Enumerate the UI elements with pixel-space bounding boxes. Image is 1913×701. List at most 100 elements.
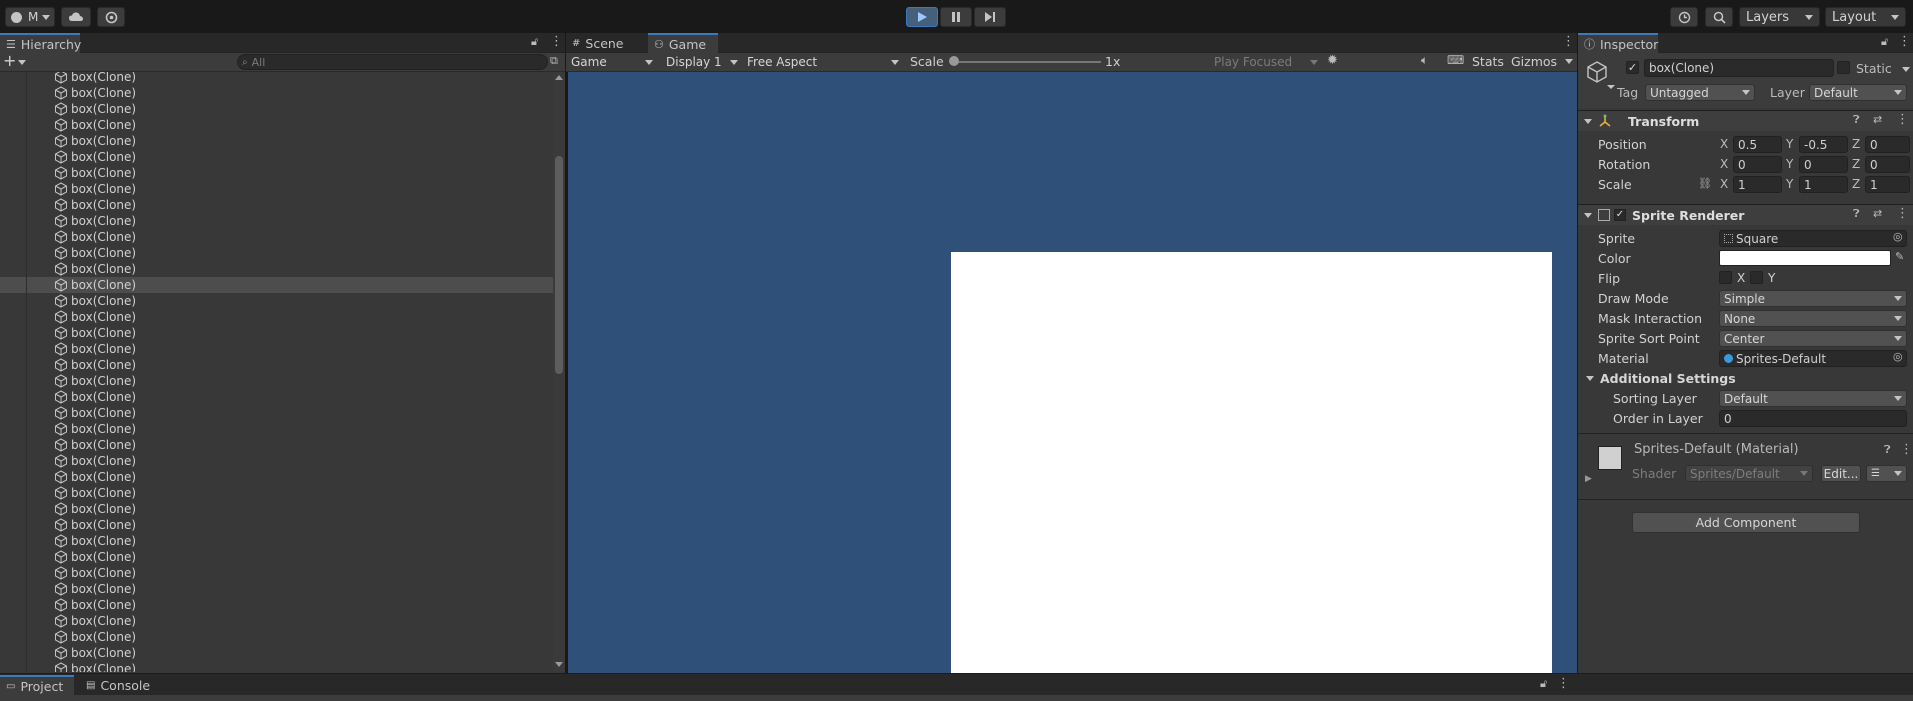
pause-button[interactable] xyxy=(940,7,972,27)
hierarchy-item[interactable]: box(Clone) xyxy=(0,165,553,181)
sprite-sort-point-dropdown[interactable]: Center xyxy=(1719,330,1907,347)
position-z-field[interactable]: 0 xyxy=(1865,136,1910,153)
position-x-field[interactable]: 0.5 xyxy=(1733,136,1782,153)
hierarchy-item[interactable]: box(Clone) xyxy=(0,485,553,501)
additional-settings-foldout[interactable]: Additional Settings xyxy=(1586,371,1736,386)
hierarchy-item[interactable]: box(Clone) xyxy=(0,437,553,453)
account-button[interactable]: M xyxy=(5,7,55,27)
tab-game[interactable]: ⚇ Game xyxy=(648,33,718,53)
static-checkbox[interactable] xyxy=(1837,61,1850,74)
lock-icon[interactable]: 🔓︎ xyxy=(1881,35,1888,49)
help-icon[interactable]: ❓︎ xyxy=(1853,113,1860,127)
keyboard-icon[interactable]: ⌨ xyxy=(1447,53,1464,67)
object-picker-icon[interactable]: ◎ xyxy=(1893,230,1903,243)
hierarchy-item[interactable]: box(Clone) xyxy=(0,197,553,213)
hierarchy-item[interactable]: box(Clone) xyxy=(0,661,553,672)
step-button[interactable] xyxy=(974,7,1006,27)
kebab-menu-icon[interactable]: ⋮ xyxy=(550,34,563,49)
hierarchy-item[interactable]: box(Clone) xyxy=(0,597,553,613)
hierarchy-item[interactable]: box(Clone) xyxy=(0,149,553,165)
gizmos-button[interactable]: Gizmos xyxy=(1511,52,1574,70)
object-picker-icon[interactable]: ◎ xyxy=(1893,350,1903,363)
hierarchy-item[interactable]: box(Clone) xyxy=(0,261,553,277)
hierarchy-item[interactable]: box(Clone) xyxy=(0,213,553,229)
link-icon[interactable]: ⛓ xyxy=(1698,177,1712,190)
hierarchy-search-input[interactable]: ⌕ All xyxy=(237,54,548,70)
active-checkbox[interactable]: ✓ xyxy=(1626,61,1639,74)
sprite-renderer-header[interactable]: ✓ Sprite Renderer xyxy=(1578,204,1913,225)
hierarchy-item[interactable]: box(Clone) xyxy=(0,629,553,645)
play-focused-dropdown[interactable]: Play Focused xyxy=(1210,53,1322,71)
flip-y-checkbox[interactable] xyxy=(1750,271,1763,284)
tab-hierarchy[interactable]: ☰ Hierarchy xyxy=(0,33,81,53)
shader-edit-button[interactable]: Edit... xyxy=(1821,465,1861,482)
hierarchy-item[interactable]: box(Clone) xyxy=(0,309,553,325)
add-component-button[interactable]: Add Component xyxy=(1632,512,1860,533)
tab-scene[interactable]: # Scene xyxy=(566,33,634,53)
rotation-y-field[interactable]: 0 xyxy=(1799,156,1848,173)
aspect-dropdown[interactable]: Free Aspect xyxy=(743,53,903,71)
scroll-down-icon[interactable] xyxy=(555,662,563,667)
hierarchy-item[interactable]: box(Clone) xyxy=(0,533,553,549)
transform-header[interactable]: Transform xyxy=(1578,110,1913,131)
layers-dropdown[interactable]: Layers xyxy=(1739,7,1820,27)
kebab-menu-icon[interactable]: ⋮ xyxy=(1900,442,1913,457)
lock-icon[interactable]: 🔓︎ xyxy=(531,35,538,49)
hierarchy-item[interactable]: box(Clone) xyxy=(0,229,553,245)
hierarchy-item[interactable]: box(Clone) xyxy=(0,117,553,133)
hierarchy-item[interactable]: box(Clone) xyxy=(0,341,553,357)
color-swatch[interactable] xyxy=(1719,250,1891,266)
scale-x-field[interactable]: 1 xyxy=(1733,176,1782,193)
tab-inspector[interactable]: ⓘ Inspector xyxy=(1578,33,1658,53)
hierarchy-item[interactable]: box(Clone) xyxy=(0,85,553,101)
scrollbar-thumb[interactable] xyxy=(555,156,563,374)
tag-dropdown[interactable]: Untagged xyxy=(1645,84,1755,101)
hierarchy-item[interactable]: box(Clone) xyxy=(0,181,553,197)
chevron-down-icon[interactable] xyxy=(1902,67,1910,72)
sorting-layer-dropdown[interactable]: Default xyxy=(1719,390,1907,407)
hierarchy-item[interactable]: box(Clone) xyxy=(0,501,553,517)
order-in-layer-field[interactable]: 0 xyxy=(1719,410,1907,427)
tab-console[interactable]: ▤ Console xyxy=(80,675,160,695)
scale-z-field[interactable]: 1 xyxy=(1865,176,1910,193)
chevron-right-icon[interactable]: ▶ xyxy=(1585,474,1592,484)
scale-slider[interactable] xyxy=(953,61,1101,63)
layout-dropdown[interactable]: Layout xyxy=(1825,7,1906,27)
filter-icon[interactable]: ⧉ xyxy=(550,54,558,68)
game-viewport[interactable] xyxy=(568,72,1577,673)
draw-mode-dropdown[interactable]: Simple xyxy=(1719,290,1907,307)
hierarchy-item[interactable]: box(Clone) xyxy=(0,389,553,405)
eyedropper-icon[interactable]: ✎ xyxy=(1895,250,1904,263)
kebab-menu-icon[interactable]: ⋮ xyxy=(1896,206,1909,221)
scale-y-field[interactable]: 1 xyxy=(1799,176,1848,193)
hierarchy-item[interactable]: box(Clone) xyxy=(0,469,553,485)
kebab-menu-icon[interactable]: ⋮ xyxy=(1896,112,1909,127)
kebab-menu-icon[interactable]: ⋮ xyxy=(1562,34,1575,49)
shader-dropdown[interactable]: Sprites/Default xyxy=(1685,465,1813,482)
hierarchy-item[interactable]: box(Clone) xyxy=(0,581,553,597)
hierarchy-item[interactable]: box(Clone) xyxy=(0,453,553,469)
hierarchy-item[interactable]: box(Clone) xyxy=(0,373,553,389)
display-dropdown[interactable]: Display 1 xyxy=(662,53,742,71)
play-button[interactable] xyxy=(906,7,938,27)
hierarchy-item[interactable]: box(Clone) xyxy=(0,245,553,261)
bug-icon[interactable]: ✹ xyxy=(1327,53,1338,68)
hierarchy-item[interactable]: box(Clone) xyxy=(0,549,553,565)
position-y-field[interactable]: -0.5 xyxy=(1799,136,1848,153)
chevron-down-icon[interactable] xyxy=(18,60,26,65)
help-icon[interactable]: ❓︎ xyxy=(1853,207,1860,221)
audio-icon[interactable]: 🔈︎ xyxy=(1421,53,1428,68)
hierarchy-item[interactable]: box(Clone) xyxy=(0,645,553,661)
material-field[interactable]: Sprites-Default xyxy=(1719,350,1907,367)
tab-project[interactable]: ▭ Project xyxy=(0,675,74,695)
cloud-button[interactable] xyxy=(61,7,91,27)
rotation-x-field[interactable]: 0 xyxy=(1733,156,1782,173)
lock-icon[interactable]: 🔓︎ xyxy=(1540,677,1547,691)
layer-dropdown[interactable]: Default xyxy=(1809,84,1907,101)
hierarchy-item[interactable]: box(Clone) xyxy=(0,421,553,437)
hierarchy-item[interactable]: box(Clone) xyxy=(0,613,553,629)
hierarchy-item[interactable]: box(Clone) xyxy=(0,565,553,581)
chevron-down-icon[interactable] xyxy=(1607,85,1615,89)
hierarchy-item[interactable]: box(Clone) xyxy=(0,293,553,309)
mask-interaction-dropdown[interactable]: None xyxy=(1719,310,1907,327)
